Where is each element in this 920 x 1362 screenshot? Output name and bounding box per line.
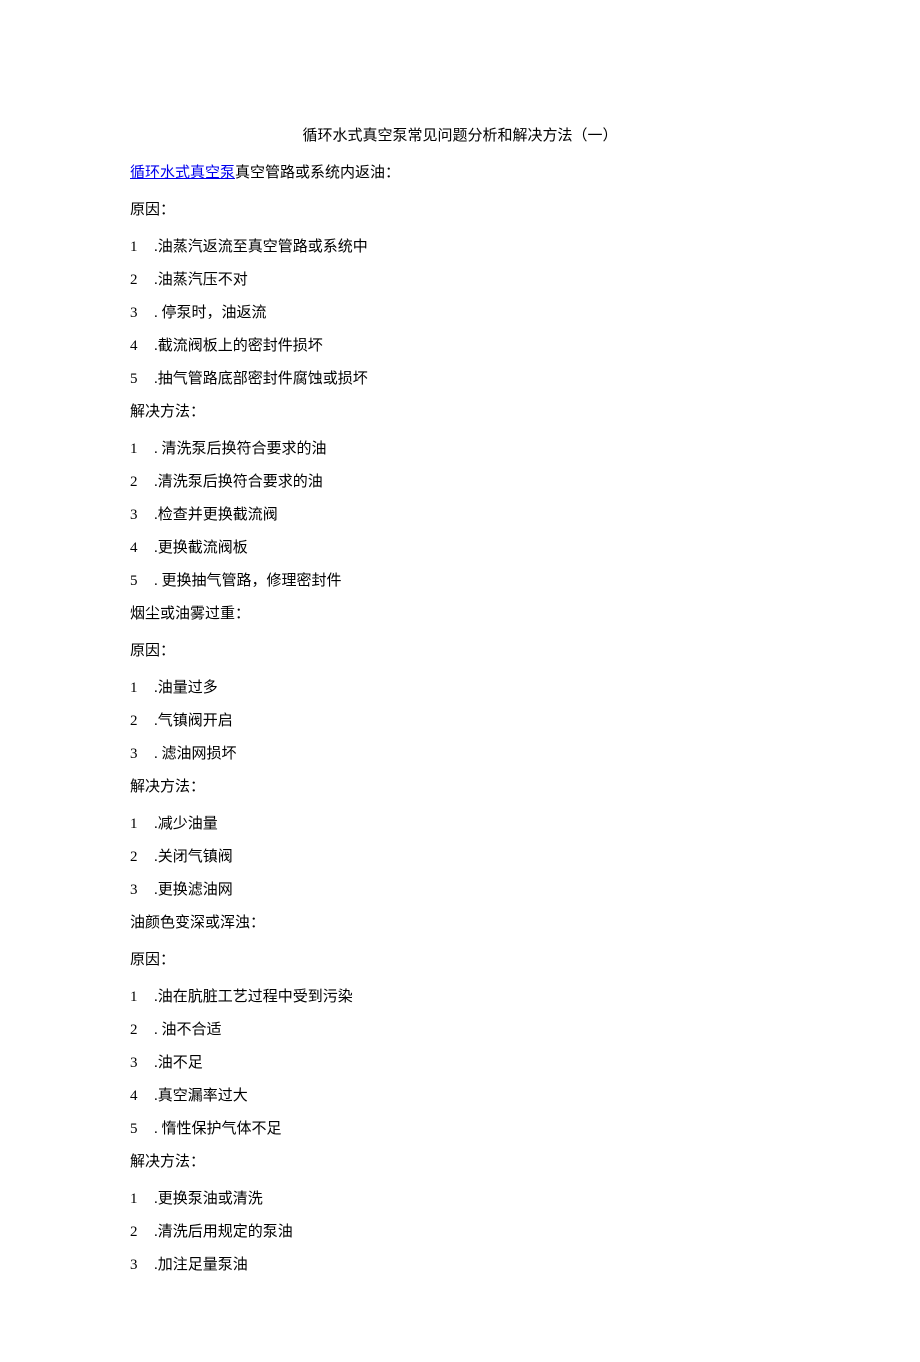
list-item: 2.清洗后用规定的泵油 (130, 1216, 790, 1249)
list-item: 1.油蒸汽返流至真空管路或系统中 (130, 231, 790, 264)
solution-label: 解决方法： (130, 771, 790, 804)
list-item: 3.加注足量泵油 (130, 1249, 790, 1282)
solution-label: 解决方法： (130, 1146, 790, 1179)
list-item: 4.真空漏率过大 (130, 1080, 790, 1113)
list-item: 1.更换泵油或清洗 (130, 1183, 790, 1216)
list-item: 2.气镇阀开启 (130, 705, 790, 738)
list-item: 1.油在肮脏工艺过程中受到污染 (130, 981, 790, 1014)
list-item: 5.抽气管路底部密封件腐蚀或损坏 (130, 363, 790, 396)
list-item: 4.截流阀板上的密封件损坏 (130, 330, 790, 363)
cause-label: 原因： (130, 635, 790, 668)
list-item: 1.减少油量 (130, 808, 790, 841)
list-item: 3.更换滤油网 (130, 874, 790, 907)
list-item: 1. 清洗泵后换符合要求的油 (130, 433, 790, 466)
list-item: 4.更换截流阀板 (130, 532, 790, 565)
section-heading: 烟尘或油雾过重： (130, 598, 790, 631)
section-heading: 油颜色变深或浑浊： (130, 907, 790, 940)
list-item: 5. 更换抽气管路，修理密封件 (130, 565, 790, 598)
list-item: 3.检查并更换截流阀 (130, 499, 790, 532)
document-body: 原因： 1.油蒸汽返流至真空管路或系统中2.油蒸汽压不对3. 停泵时，油返流4.截… (130, 194, 790, 1282)
pump-link[interactable]: 循环水式真空泵 (130, 165, 235, 181)
list-item: 2.清洗泵后换符合要求的油 (130, 466, 790, 499)
document-title: 循环水式真空泵常见问题分析和解决方法（一） (130, 120, 790, 153)
cause-label: 原因： (130, 944, 790, 977)
cause-label: 原因： (130, 194, 790, 227)
list-item: 3.油不足 (130, 1047, 790, 1080)
list-item: 2.油蒸汽压不对 (130, 264, 790, 297)
solution-label: 解决方法： (130, 396, 790, 429)
intro-text: 真空管路或系统内返油： (235, 165, 400, 181)
list-item: 3. 停泵时，油返流 (130, 297, 790, 330)
intro-line: 循环水式真空泵真空管路或系统内返油： (130, 157, 790, 190)
list-item: 3. 滤油网损坏 (130, 738, 790, 771)
list-item: 2.关闭气镇阀 (130, 841, 790, 874)
list-item: 5. 惰性保护气体不足 (130, 1113, 790, 1146)
list-item: 1.油量过多 (130, 672, 790, 705)
list-item: 2. 油不合适 (130, 1014, 790, 1047)
